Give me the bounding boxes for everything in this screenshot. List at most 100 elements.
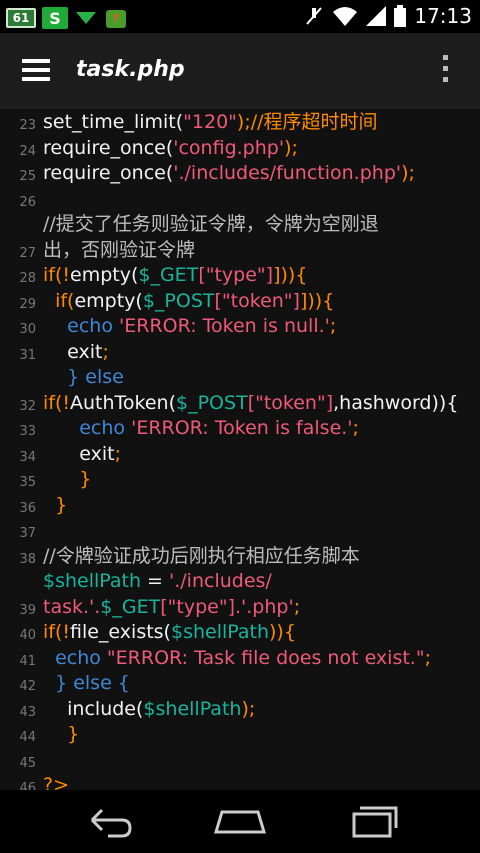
code-token: "ERROR: Task file does not exist.": [106, 646, 425, 669]
code-line[interactable]: 36 }: [0, 493, 480, 519]
line-number: 39: [19, 602, 36, 618]
code-line[interactable]: 23 set_time_limit("120");//程序超时时间: [0, 110, 480, 136]
code-token: "120": [183, 111, 237, 133]
s-app-icon: S: [42, 7, 68, 29]
code-token: } else {: [43, 672, 130, 694]
code-token: ["type"]: [160, 595, 235, 618]
wifi-icon: [333, 7, 358, 26]
code-token: }: [43, 493, 68, 516]
line-number: 38: [19, 551, 36, 567]
code-line[interactable]: 42 } else {: [0, 671, 480, 697]
code-line[interactable]: 39 $shellPath = './includes/task.'.$_GET[…: [0, 569, 480, 620]
code-line[interactable]: 38 //令牌验证成功后刚执行相应任务脚本: [0, 544, 480, 570]
code-line[interactable]: 31 exit;: [0, 340, 480, 366]
code-text: require_once('config.php');: [43, 136, 298, 161]
61-badge-icon: 61: [6, 8, 36, 28]
code-token: ;: [424, 646, 431, 669]
code-line[interactable]: 27 //提交了任务则验证令牌，令牌为空刚退 出，否刚验证令牌: [0, 212, 480, 263]
code-text: } else {: [43, 671, 130, 696]
code-token: ])){: [273, 264, 308, 286]
code-line[interactable]: 34 exit;: [0, 442, 480, 468]
code-token: 'ERROR: Token is false.': [131, 417, 353, 439]
code-line[interactable]: 41 echo "ERROR: Task file does not exist…: [0, 646, 480, 672]
code-token: $_POST: [142, 289, 215, 312]
code-text: } else: [43, 365, 124, 390]
code-token: .'.php': [234, 595, 294, 618]
code-text: task.'.$_GET["type"].'.php';: [43, 595, 300, 620]
code-line[interactable]: 45: [0, 748, 480, 774]
line-number: 42: [19, 679, 36, 694]
code-token: file_exists(: [70, 621, 171, 643]
code-token: ;: [293, 595, 301, 618]
code-text: 出，否刚验证令牌: [43, 238, 195, 263]
line-number: 24: [19, 143, 36, 159]
line-number: 44: [19, 730, 36, 745]
code-line[interactable]: 35 }: [0, 467, 480, 493]
line-number: 35: [19, 475, 36, 490]
code-token: );: [241, 697, 256, 720]
code-text: require_once('./includes/function.php');: [43, 161, 415, 186]
file-title: task.php: [76, 57, 185, 82]
download-icon: [76, 12, 96, 24]
code-line[interactable]: 46 ?>: [0, 773, 480, 790]
home-icon[interactable]: [210, 800, 270, 840]
line-number: 37: [19, 526, 36, 541]
code-token: echo: [43, 646, 107, 669]
code-line[interactable]: 24 require_once('config.php');: [0, 136, 480, 162]
code-token: $_GET: [100, 595, 161, 618]
recent-apps-icon[interactable]: [344, 800, 404, 840]
code-line[interactable]: 37: [0, 518, 480, 544]
code-line[interactable]: 28 if(!empty($_GET["type"]])){: [0, 263, 480, 289]
navigation-bar: [0, 790, 480, 853]
code-text: }: [43, 493, 67, 518]
notification-icons: 61 S: [6, 6, 128, 30]
code-token: './includes/: [169, 570, 272, 592]
overflow-menu-icon[interactable]: [440, 55, 450, 87]
code-line[interactable]: 33 echo 'ERROR: Token is false.';: [0, 416, 480, 442]
line-number: 32: [19, 398, 36, 414]
code-token: include(: [43, 697, 144, 720]
status-bar: 61 S 17:13: [0, 0, 480, 33]
code-token: echo: [43, 315, 119, 337]
code-text: echo 'ERROR: Token is null.';: [43, 314, 336, 339]
code-editor[interactable]: 23 set_time_limit("120");//程序超时时间 24 requir…: [0, 109, 480, 790]
code-text: if(empty($_POST["token"]])){: [43, 289, 334, 314]
code-token: //提交了任务则验证令牌，令牌为空刚退: [43, 213, 379, 235]
line-number: 34: [19, 449, 36, 465]
code-token: ["token"]: [247, 391, 334, 414]
code-token: empty(: [70, 264, 139, 286]
code-token: if(!: [43, 621, 70, 643]
code-line[interactable]: 30 echo 'ERROR: Token is null.';: [0, 314, 480, 340]
code-token: if(!: [43, 264, 70, 286]
code-text: include($shellPath);: [43, 697, 255, 722]
code-token: if(!: [43, 391, 70, 414]
back-icon[interactable]: [78, 800, 138, 840]
code-token: //令牌验证成功后刚执行相应任务脚本: [43, 544, 360, 567]
code-line[interactable]: 40 if(!file_exists($shellPath)){: [0, 620, 480, 646]
code-token: './includes/function.php': [173, 162, 402, 184]
line-number: 31: [19, 347, 36, 363]
code-line[interactable]: 43 include($shellPath);: [0, 697, 480, 723]
code-line[interactable]: 25 require_once('./includes/function.php'…: [0, 161, 480, 187]
code-token: 出，否刚验证令牌: [43, 238, 196, 261]
code-text: exit;: [43, 340, 109, 365]
mute-icon: [306, 7, 323, 25]
code-token: ["token"]: [214, 289, 300, 312]
code-token: $shellPath: [170, 621, 269, 643]
code-token: $shellPath: [43, 570, 142, 592]
code-token: }: [43, 468, 92, 490]
line-number: 36: [19, 500, 36, 516]
code-text: set_time_limit("120");//程序超时时间: [43, 110, 378, 135]
code-token: ;: [352, 417, 359, 439]
code-token: ;: [102, 340, 109, 363]
app-bar: task.php: [0, 33, 480, 109]
code-line[interactable]: 26: [0, 187, 480, 213]
line-number: 29: [19, 296, 36, 312]
code-text: echo "ERROR: Task file does not exist.";: [43, 646, 431, 671]
code-line[interactable]: 32 } else if(!AuthToken($_POST["token"],h…: [0, 365, 480, 416]
menu-icon[interactable]: [22, 59, 52, 83]
code-line[interactable]: 29 if(empty($_POST["token"]])){: [0, 289, 480, 315]
code-text: if(!AuthToken($_POST["token"],hashword))…: [43, 391, 458, 416]
line-number: 26: [19, 194, 36, 210]
code-line[interactable]: 44 }: [0, 722, 480, 748]
